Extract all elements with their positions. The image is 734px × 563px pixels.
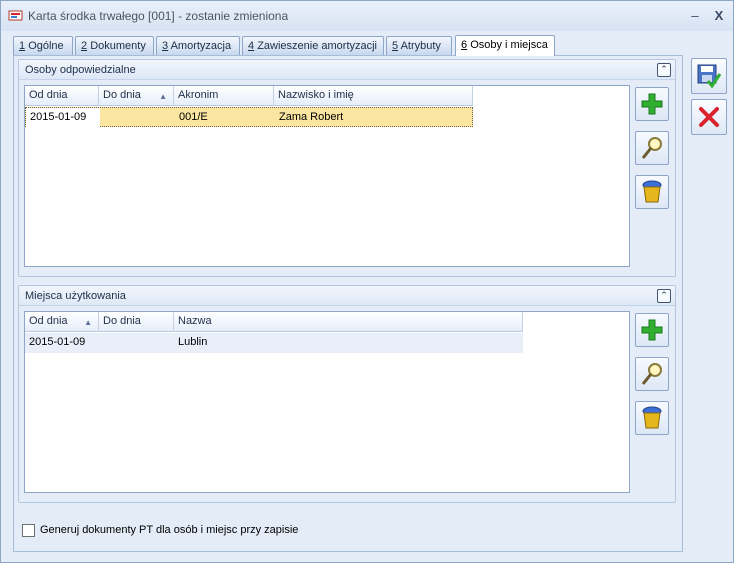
- sort-asc-icon: ▲: [84, 318, 92, 327]
- tab-atrybuty[interactable]: 5 Atrybuty: [386, 36, 452, 55]
- delete-person-button[interactable]: [635, 175, 669, 209]
- cell-do-dnia: [99, 333, 174, 352]
- collapse-button[interactable]: ⌃: [657, 63, 671, 77]
- column-header-do-dnia[interactable]: Do dnia: [99, 312, 174, 332]
- column-header-nazwisko-i-imie[interactable]: Nazwisko i imię: [274, 86, 473, 106]
- dialog-window: Karta środka trwałego [001] - zostanie z…: [0, 0, 734, 563]
- table-row[interactable]: 2015-01-09 Lublin: [25, 333, 523, 353]
- sort-asc-icon: ▲: [159, 92, 167, 101]
- column-header-od-dnia[interactable]: Od dnia: [25, 86, 99, 106]
- column-header-akronim[interactable]: Akronim: [174, 86, 274, 106]
- plus-icon: [641, 93, 663, 115]
- column-header-nazwa[interactable]: Nazwa: [174, 312, 523, 332]
- group-header: Miejsca użytkowania ⌃: [19, 286, 675, 306]
- cell-do-dnia: [100, 108, 175, 127]
- save-icon: [697, 64, 722, 89]
- cancel-icon: [699, 107, 719, 127]
- window-title: Karta środka trwałego [001] - zostanie z…: [28, 9, 289, 23]
- edit-place-button[interactable]: [635, 357, 669, 391]
- column-header-do-dnia[interactable]: Do dnia ▲: [99, 86, 174, 106]
- places-grid[interactable]: Od dnia ▲ Do dnia Nazwa 2015-01-09 Lubli…: [24, 311, 630, 493]
- group-responsible-persons: Osoby odpowiedzialne ⌃ Od dnia Do dnia ▲…: [18, 59, 676, 277]
- tab-osoby-i-miejsca[interactable]: 6 Osoby i miejsca: [455, 35, 555, 56]
- magnifier-icon: [641, 363, 662, 385]
- add-person-button[interactable]: [635, 87, 669, 121]
- generate-pt-checkbox[interactable]: [22, 524, 35, 537]
- tab-page: Osoby odpowiedzialne ⌃ Od dnia Do dnia ▲…: [13, 55, 683, 552]
- cancel-button[interactable]: [691, 99, 727, 135]
- cell-nazwa: Lublin: [178, 336, 208, 348]
- generate-pt-label: Generuj dokumenty PT dla osób i miejsc p…: [40, 524, 299, 536]
- trash-icon: [642, 180, 662, 203]
- tab-amortyzacja[interactable]: 3 Amortyzacja: [156, 36, 240, 55]
- cell-od-dnia: 2015-01-09: [29, 336, 86, 348]
- cell-nazwisko: Zama Robert: [279, 111, 344, 123]
- close-button[interactable]: X: [709, 7, 729, 25]
- add-place-button[interactable]: [635, 313, 669, 347]
- column-header-od-dnia[interactable]: Od dnia ▲: [25, 312, 99, 332]
- group-title: Miejsca użytkowania: [25, 290, 126, 302]
- collapse-button[interactable]: ⌃: [657, 289, 671, 303]
- edit-person-button[interactable]: [635, 131, 669, 165]
- grid-header-row: Od dnia Do dnia ▲ Akronim Nazwisko i imi…: [25, 86, 473, 106]
- app-icon: [8, 10, 23, 21]
- grid-header-row: Od dnia ▲ Do dnia Nazwa: [25, 312, 523, 332]
- plus-icon: [641, 319, 663, 341]
- group-header: Osoby odpowiedzialne ⌃: [19, 60, 675, 80]
- delete-place-button[interactable]: [635, 401, 669, 435]
- cell-od-dnia: 2015-01-09: [26, 108, 100, 127]
- table-row[interactable]: 2015-01-09 001/E Zama Robert: [25, 107, 473, 127]
- tab-ogolne[interactable]: 1 Ogólne: [13, 36, 73, 55]
- tab-dokumenty[interactable]: 2 Dokumenty: [75, 36, 154, 55]
- group-usage-places: Miejsca użytkowania ⌃ Od dnia ▲ Do dnia …: [18, 285, 676, 503]
- cell-akronim: 001/E: [179, 111, 208, 123]
- save-button[interactable]: [691, 58, 727, 94]
- trash-icon: [642, 406, 662, 429]
- persons-grid[interactable]: Od dnia Do dnia ▲ Akronim Nazwisko i imi…: [24, 85, 630, 267]
- minimize-button[interactable]: –: [685, 7, 705, 25]
- magnifier-icon: [641, 137, 662, 159]
- title-bar: Karta środka trwałego [001] - zostanie z…: [1, 1, 733, 31]
- group-title: Osoby odpowiedzialne: [25, 64, 136, 76]
- tab-zawieszenie-amortyzacji[interactable]: 4 Zawieszenie amortyzacji: [242, 36, 384, 55]
